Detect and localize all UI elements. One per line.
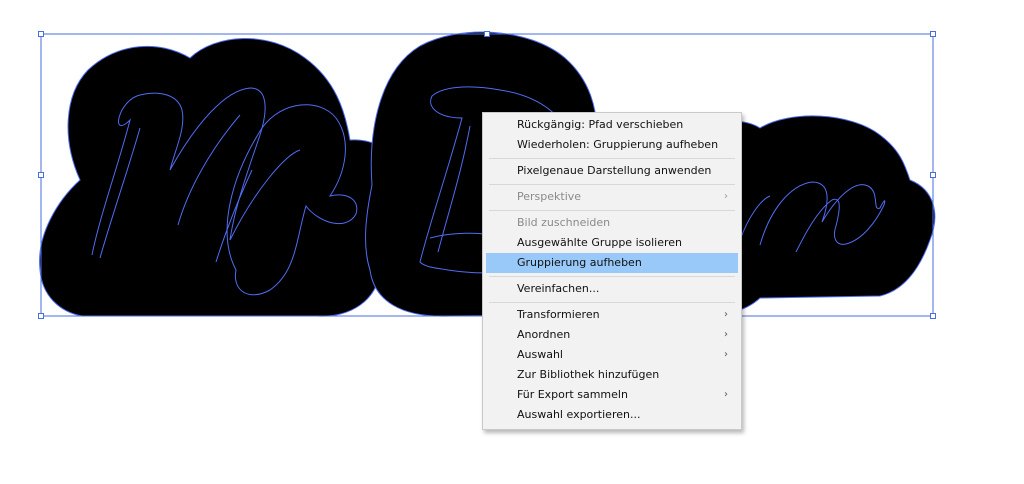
menu-item-label: Bild zuschneiden [517,216,611,229]
chevron-right-icon: › [724,309,728,320]
menu-item-label: Perspektive [517,190,582,203]
menu-item-label: Gruppierung aufheben [517,256,642,269]
menu-separator [489,276,735,277]
menu-item-label: Auswahl [517,348,563,361]
menu-item-label: Auswahl exportieren... [517,408,641,421]
menu-item-label: Anordnen [517,328,571,341]
menu-item-transformieren[interactable]: Transformieren › [486,305,738,325]
menu-item-label: Ausgewählte Gruppe isolieren [517,236,682,249]
menu-item-ausgewählte-gruppe-isolieren[interactable]: Ausgewählte Gruppe isolieren [486,233,738,253]
menu-item-auswahl-exportieren[interactable]: Auswahl exportieren... [486,405,738,425]
menu-item-auswahl[interactable]: Auswahl › [486,345,738,365]
menu-item-label: Rückgängig: Pfad verschieben [517,118,684,131]
menu-item-anordnen[interactable]: Anordnen › [486,325,738,345]
menu-separator [489,210,735,211]
menu-separator [489,184,735,185]
menu-item-label: Zur Bibliothek hinzufügen [517,368,660,381]
resize-handle-tl[interactable] [38,31,44,37]
menu-item-gruppierung-aufheben[interactable]: Gruppierung aufheben [486,253,738,273]
resize-handle-bl[interactable] [38,313,44,319]
chevron-right-icon: › [724,349,728,360]
menu-item-label: Pixelgenaue Darstellung anwenden [517,164,712,177]
menu-item-wiederholen-gruppierung-aufheben[interactable]: Wiederholen: Gruppierung aufheben [486,135,738,155]
chevron-right-icon: › [724,389,728,400]
menu-item-für-export-sammeln[interactable]: Für Export sammeln › [486,385,738,405]
artwork-blob-left[interactable] [39,38,408,317]
menu-item-pixelgenaue-darstellung-anwenden[interactable]: Pixelgenaue Darstellung anwenden [486,161,738,181]
menu-separator [489,302,735,303]
menu-item-label: Vereinfachen... [517,282,600,295]
menu-item-zur-bibliothek-hinzufügen[interactable]: Zur Bibliothek hinzufügen [486,365,738,385]
menu-separator [489,158,735,159]
resize-handle-tc[interactable] [484,31,490,37]
resize-handle-mr[interactable] [930,172,936,178]
menu-item-rückgängig-pfad-verschieben[interactable]: Rückgängig: Pfad verschieben [486,115,738,135]
menu-item-label: Transformieren [517,308,600,321]
chevron-right-icon: › [724,329,728,340]
menu-item-label: Wiederholen: Gruppierung aufheben [517,138,719,151]
menu-item-bild-zuschneiden: Bild zuschneiden [486,213,738,233]
menu-item-label: Für Export sammeln [517,388,628,401]
resize-handle-tr[interactable] [930,31,936,37]
menu-item-vereinfachen[interactable]: Vereinfachen... [486,279,738,299]
resize-handle-ml[interactable] [38,172,44,178]
menu-item-perspektive: Perspektive › [486,187,738,207]
resize-handle-br[interactable] [930,313,936,319]
chevron-right-icon: › [724,191,728,202]
context-menu: Rückgängig: Pfad verschieben Wiederholen:… [482,112,742,430]
